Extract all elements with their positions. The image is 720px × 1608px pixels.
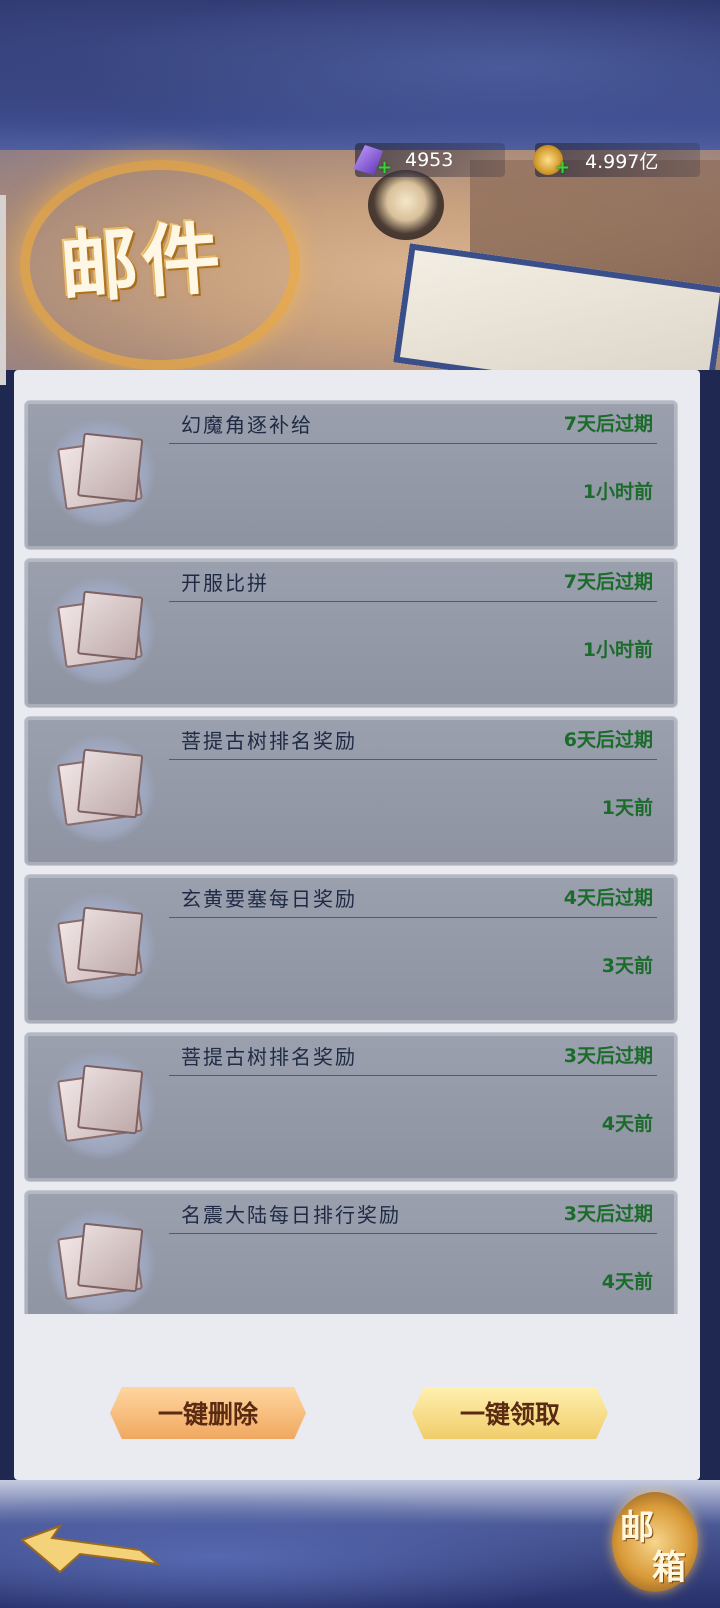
- gem-currency[interactable]: + 4953: [353, 143, 505, 179]
- letter-icon: [57, 595, 143, 669]
- mail-subject: 名震大陆每日排行奖励: [181, 1203, 401, 1227]
- mail-item[interactable]: 开服比拼 7天后过期 1小时前: [24, 558, 678, 708]
- mail-divider: [169, 1075, 657, 1076]
- back-button[interactable]: [20, 1520, 162, 1580]
- mail-time: 4天前: [601, 1271, 653, 1293]
- add-gold-icon[interactable]: +: [555, 157, 570, 179]
- back-arrow-icon: [20, 1524, 162, 1574]
- mail-divider: [169, 443, 657, 444]
- letter-icon: [57, 1069, 143, 1143]
- mail-subject: 菩提古树排名奖励: [181, 729, 357, 753]
- letter-icon: [57, 911, 143, 985]
- mail-item[interactable]: 菩提古树排名奖励 6天后过期 1天前: [24, 716, 678, 866]
- mail-time: 1小时前: [582, 639, 653, 661]
- mail-divider: [169, 759, 657, 760]
- tea-cup-decoration: [368, 170, 444, 240]
- mail-item[interactable]: 玄黄要塞每日奖励 4天后过期 3天前: [24, 874, 678, 1024]
- mail-expiry: 4天后过期: [563, 887, 653, 909]
- gem-count: 4953: [405, 149, 454, 171]
- add-gems-icon[interactable]: +: [377, 157, 392, 179]
- mail-time: 1小时前: [582, 481, 653, 503]
- mail-thumbnail: [47, 735, 155, 843]
- mailbox-button[interactable]: 邮 箱: [612, 1492, 698, 1592]
- letter-icon: [57, 1227, 143, 1301]
- page-title: 邮件: [57, 212, 228, 315]
- side-edge-tab: [0, 195, 6, 385]
- delete-all-button[interactable]: 一键删除: [110, 1387, 306, 1439]
- mail-thumbnail: [47, 1209, 155, 1314]
- mail-expiry: 7天后过期: [563, 571, 653, 593]
- mail-divider: [169, 601, 657, 602]
- mail-time: 1天前: [601, 797, 653, 819]
- letter-icon: [57, 753, 143, 827]
- mail-expiry: 3天后过期: [563, 1203, 653, 1225]
- gold-count: 4.997亿: [585, 150, 659, 173]
- letter-icon: [57, 437, 143, 511]
- mail-thumbnail: [47, 577, 155, 685]
- mail-subject: 幻魔角逐补给: [181, 413, 313, 437]
- mail-thumbnail: [47, 419, 155, 527]
- mail-thumbnail: [47, 1051, 155, 1159]
- mail-expiry: 6天后过期: [563, 729, 653, 751]
- mail-expiry: 7天后过期: [563, 413, 653, 435]
- mail-item[interactable]: 名震大陆每日排行奖励 3天后过期 4天前: [24, 1190, 678, 1314]
- mail-divider: [169, 917, 657, 918]
- mailbox-label-2: 箱: [652, 1548, 686, 1588]
- claim-all-button[interactable]: 一键领取: [412, 1387, 608, 1439]
- mail-subject: 开服比拼: [181, 571, 269, 595]
- mail-expiry: 3天后过期: [563, 1045, 653, 1067]
- mail-item[interactable]: 幻魔角逐补给 7天后过期 1小时前: [24, 400, 678, 550]
- mail-time: 4天前: [601, 1113, 653, 1135]
- mail-thumbnail: [47, 893, 155, 1001]
- mailbox-label-1: 邮: [620, 1508, 654, 1548]
- mail-time: 3天前: [601, 955, 653, 977]
- mail-divider: [169, 1233, 657, 1234]
- mail-subject: 玄黄要塞每日奖励: [181, 887, 357, 911]
- mail-list[interactable]: 幻魔角逐补给 7天后过期 1小时前 开服比拼 7天后过期 1小时前 菩提古树排名…: [24, 400, 678, 1314]
- mail-item[interactable]: 菩提古树排名奖励 3天后过期 4天前: [24, 1032, 678, 1182]
- gold-currency[interactable]: + 4.997亿: [533, 143, 700, 179]
- mail-subject: 菩提古树排名奖励: [181, 1045, 357, 1069]
